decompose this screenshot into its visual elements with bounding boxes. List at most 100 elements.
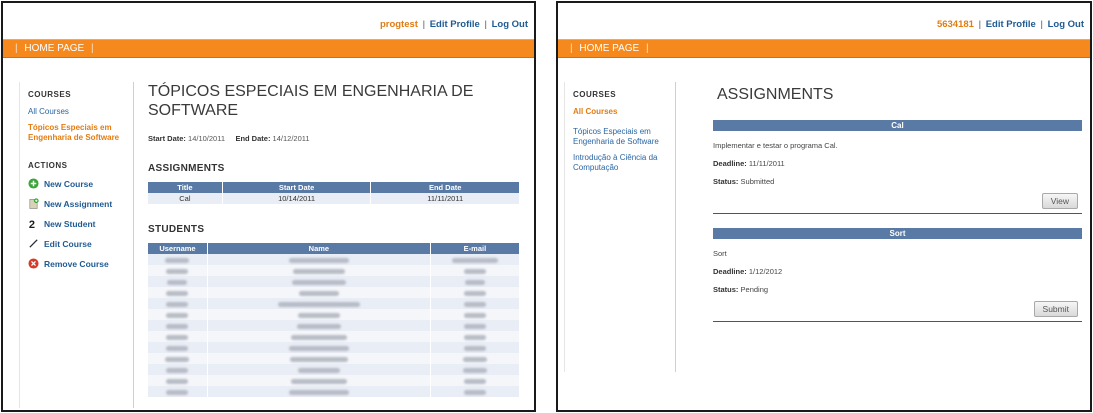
redacted-text <box>462 367 487 373</box>
top-bar: progtest | Edit Profile | Log Out <box>3 3 534 39</box>
sidebar-item-course[interactable]: Tópicos Especiais em Engenharia de Softw… <box>573 127 675 147</box>
redacted-text <box>297 367 340 373</box>
username-link[interactable]: 5634181 <box>937 19 974 30</box>
logout-link[interactable]: Log Out <box>1048 19 1084 30</box>
redacted-text <box>290 378 347 384</box>
redacted-text <box>292 268 345 274</box>
redacted-text <box>463 389 486 395</box>
new-student-action[interactable]: 2 New Student <box>28 218 133 230</box>
remove-course-action[interactable]: Remove Course <box>28 258 133 269</box>
user-links: 5634181 | Edit Profile | Log Out <box>937 19 1084 30</box>
redacted-text <box>166 378 189 384</box>
redacted-cell <box>430 375 521 386</box>
redacted-text <box>166 312 189 318</box>
redacted-text <box>166 334 189 340</box>
student-icon: 2 <box>29 219 35 229</box>
redacted-text <box>464 279 485 285</box>
table-row[interactable] <box>148 298 521 309</box>
table-row[interactable] <box>148 265 521 276</box>
nav-home-page[interactable]: HOME PAGE <box>24 43 84 54</box>
new-student-label: New Student <box>44 218 96 229</box>
table-row[interactable]: Cal 10/14/2011 11/11/2011 <box>148 193 520 204</box>
column-header[interactable]: Start Date <box>222 182 372 193</box>
pencil-icon <box>29 239 38 248</box>
view-button[interactable]: View <box>1041 193 1078 209</box>
edit-course-label: Edit Course <box>44 238 92 249</box>
table-row[interactable] <box>148 364 521 375</box>
separator: | <box>422 19 426 30</box>
redacted-text <box>289 356 348 362</box>
redacted-text <box>165 356 190 362</box>
table-row[interactable] <box>148 375 521 386</box>
table-row[interactable] <box>148 331 521 342</box>
separator: | <box>1040 19 1043 30</box>
new-assignment-action[interactable]: New Assignment <box>28 198 133 209</box>
new-course-action[interactable]: New Course <box>28 178 133 189</box>
redacted-cell <box>148 309 208 320</box>
remove-circle-icon <box>28 258 39 269</box>
column-header[interactable]: Name <box>207 243 431 254</box>
redacted-cell <box>148 342 208 353</box>
redacted-cell <box>148 265 208 276</box>
username-link[interactable]: progtest <box>380 19 418 30</box>
logout-link[interactable]: Log Out <box>492 19 528 30</box>
redacted-cell <box>207 331 431 342</box>
assignment-description: Implementar e testar o programa Cal. <box>713 141 838 150</box>
students-heading: STUDENTS <box>148 224 205 235</box>
redacted-cell <box>148 353 208 364</box>
svg-text:2: 2 <box>29 219 35 229</box>
remove-course-label: Remove Course <box>44 258 109 269</box>
end-date: 14/12/2011 <box>272 134 310 143</box>
redacted-text <box>166 268 189 274</box>
course-page-screenshot: progtest | Edit Profile | Log Out | HOME… <box>1 1 536 412</box>
redacted-text <box>166 389 189 395</box>
table-row[interactable] <box>148 254 521 265</box>
column-header[interactable]: End Date <box>370 182 520 193</box>
edit-profile-link[interactable]: Edit Profile <box>986 19 1036 30</box>
redacted-text <box>451 257 498 263</box>
redacted-cell <box>430 265 521 276</box>
nav-home-page[interactable]: HOME PAGE <box>579 43 639 54</box>
table-row[interactable] <box>148 320 521 331</box>
table-row[interactable] <box>148 309 521 320</box>
assignments-heading: ASSIGNMENTS <box>148 163 225 174</box>
assignment-description: Sort <box>713 249 727 258</box>
assignments-table: Title Start Date End Date Cal 10/14/2011… <box>148 182 520 204</box>
table-row[interactable] <box>148 276 521 287</box>
sidebar-item-all-courses[interactable]: All Courses <box>28 107 133 117</box>
column-header[interactable]: Username <box>148 243 208 254</box>
redacted-text <box>298 290 339 296</box>
separator: | <box>484 19 487 30</box>
redacted-cell <box>430 353 521 364</box>
redacted-text <box>463 312 486 318</box>
sidebar-item-course[interactable]: Introdução à Ciência da Computação <box>573 153 675 173</box>
page-title: ASSIGNMENTS <box>717 86 834 103</box>
redacted-cell <box>207 287 431 298</box>
redacted-cell <box>148 287 208 298</box>
edit-profile-link[interactable]: Edit Profile <box>430 19 480 30</box>
user-links: progtest | Edit Profile | Log Out <box>380 19 528 30</box>
table-row[interactable] <box>148 386 521 397</box>
redacted-cell <box>207 342 431 353</box>
redacted-text <box>291 279 346 285</box>
redacted-cell <box>207 265 431 276</box>
sidebar-item-all-courses[interactable]: All Courses <box>573 107 675 117</box>
students-table: Username Name E-mail <box>148 243 521 397</box>
redacted-cell <box>430 364 521 375</box>
main-content: TÓPICOS ESPECIAIS EM ENGENHARIA DE SOFTW… <box>148 82 521 397</box>
edit-course-action[interactable]: Edit Course <box>28 238 133 249</box>
sidebar-item-current-course[interactable]: Tópicos Especiais em Engenharia de Softw… <box>28 123 133 143</box>
column-header[interactable]: E-mail <box>430 243 521 254</box>
redacted-cell <box>430 287 521 298</box>
redacted-text <box>463 334 486 340</box>
page-title: TÓPICOS ESPECIAIS EM ENGENHARIA DE SOFTW… <box>148 83 474 119</box>
assignment-status: Status: Pending <box>713 285 769 294</box>
redacted-cell <box>430 331 521 342</box>
table-row[interactable] <box>148 342 521 353</box>
column-header[interactable]: Title <box>148 182 223 193</box>
table-row[interactable] <box>148 353 521 364</box>
redacted-cell <box>148 386 208 397</box>
submit-button[interactable]: Submit <box>1033 301 1078 317</box>
actions-heading: ACTIONS <box>28 161 68 170</box>
table-row[interactable] <box>148 287 521 298</box>
